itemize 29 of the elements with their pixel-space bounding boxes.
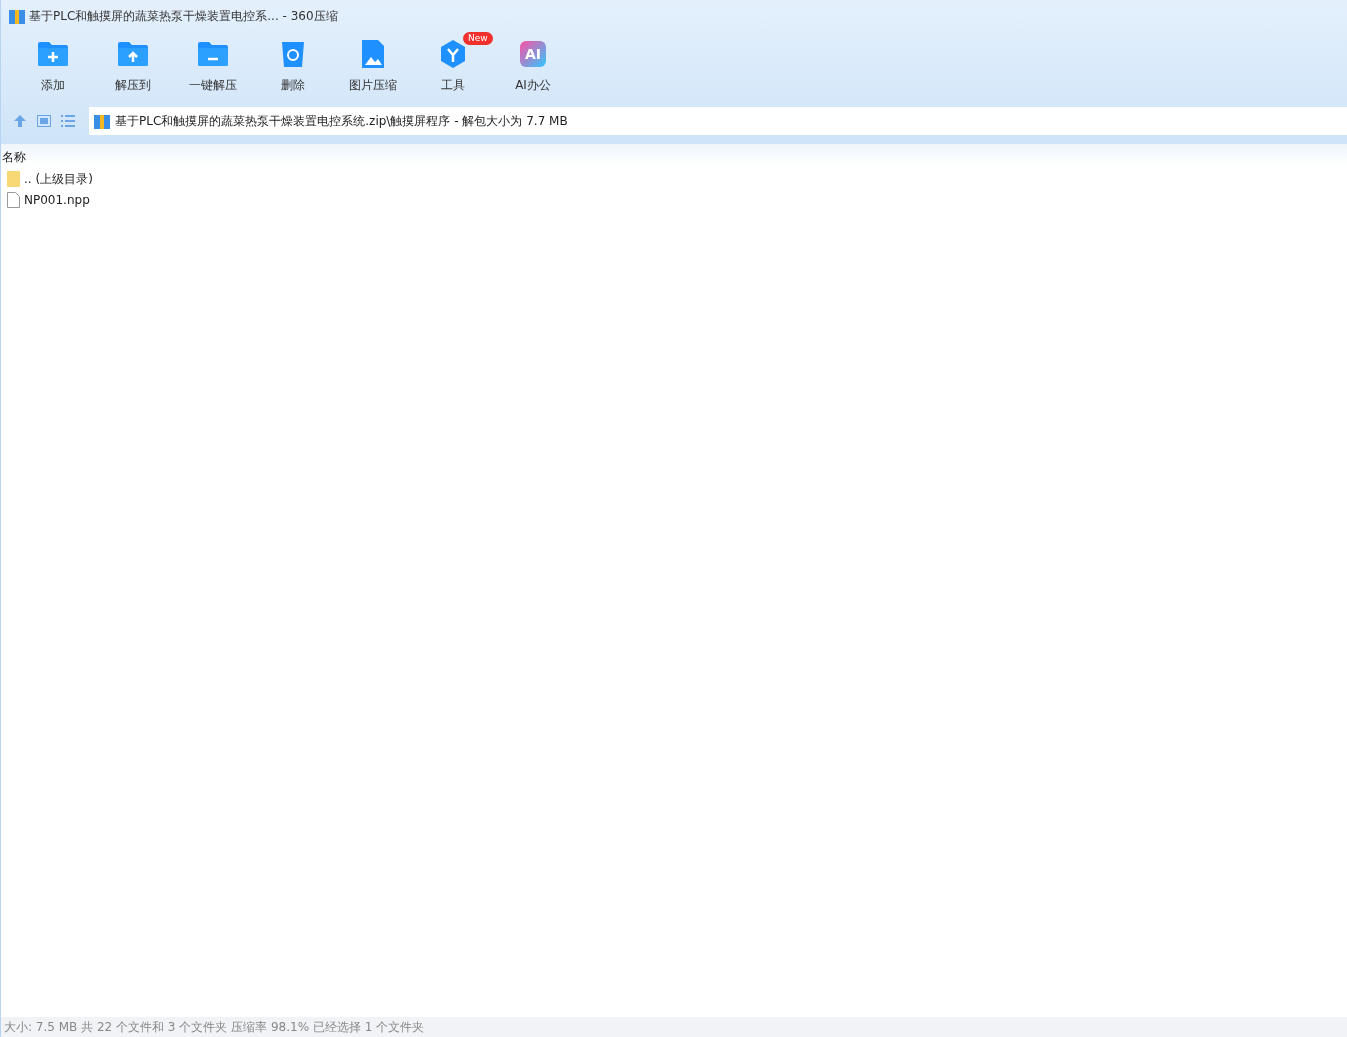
list-view-icon[interactable] — [61, 115, 75, 127]
file-row[interactable]: .. (上级目录) — [1, 168, 1347, 189]
toolbar-button[interactable]: 一键解压 — [173, 32, 253, 106]
window-title: 基于PLC和触摸屏的蔬菜热泵干燥装置电控系... - 360压缩 — [29, 8, 338, 25]
trash-icon — [280, 39, 306, 69]
folder-icon — [7, 170, 20, 187]
toolbar-button[interactable]: AI AI办公 — [493, 32, 573, 106]
status-bar: 大小: 7.5 MB 共 22 个文件和 3 个文件夹 压缩率 98.1% 已经选择 1 个文件夹 — [1, 1017, 1347, 1037]
folder-minus-icon — [197, 41, 229, 67]
ai-icon: AI — [520, 41, 546, 67]
toolbar-button[interactable]: 工具 New — [413, 32, 493, 106]
path-field[interactable]: 基于PLC和触摸屏的蔬菜热泵干燥装置电控系统.zip\触摸屏程序 - 解包大小为 7.7 MB — [89, 107, 1347, 135]
toolbar-button[interactable]: 删除 — [253, 32, 333, 106]
column-header[interactable]: 名称 — [1, 148, 27, 166]
up-arrow-icon[interactable] — [13, 114, 27, 128]
toolbar-button[interactable]: 图片压缩 — [333, 32, 413, 106]
file-icon — [7, 191, 20, 208]
image-file-icon — [361, 39, 385, 69]
path-text: 基于PLC和触摸屏的蔬菜热泵干燥装置电控系统.zip\触摸屏程序 - 解包大小为 7.7 MB — [115, 113, 568, 130]
folder-arrow-icon — [117, 41, 149, 67]
panel-view-icon[interactable] — [37, 115, 51, 127]
toolbar-button[interactable]: 解压到 — [93, 32, 173, 106]
folder-plus-icon — [37, 41, 69, 67]
toolbar-button[interactable]: 添加 — [13, 32, 93, 106]
file-row[interactable]: NP001.npp — [1, 189, 1347, 210]
archive-icon — [9, 8, 25, 24]
new-badge: New — [463, 32, 493, 45]
hexagon-y-icon — [438, 39, 468, 69]
archive-icon — [94, 113, 110, 129]
